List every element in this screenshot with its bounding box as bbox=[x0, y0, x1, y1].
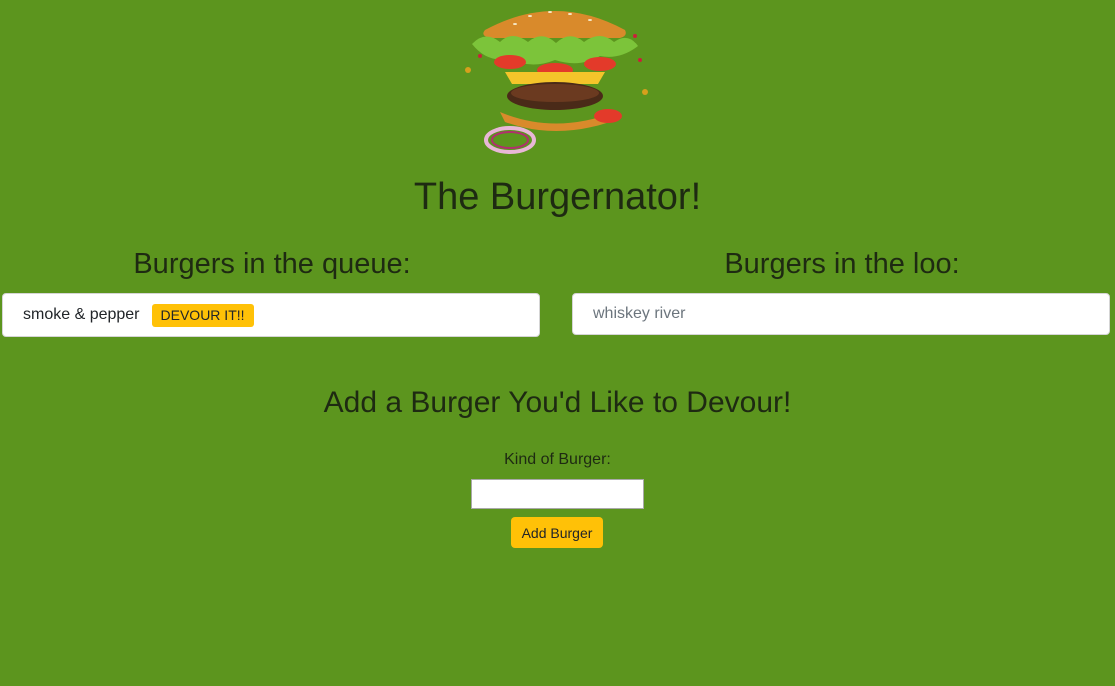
add-burger-heading: Add a Burger You'd Like to Devour! bbox=[323, 386, 792, 419]
burger-kind-label: Kind of Burger: bbox=[504, 451, 611, 468]
page-title: The Burgernator! bbox=[413, 176, 702, 218]
queue-heading: Burgers in the queue: bbox=[133, 248, 411, 280]
devoured-heading: Burgers in the loo: bbox=[724, 248, 960, 280]
add-burger-button[interactable]: Add Burger bbox=[511, 517, 603, 548]
queue-burger-name: smoke & pepper bbox=[23, 306, 140, 323]
exploding-burger-icon bbox=[465, 11, 648, 154]
devoured-burger-name: whiskey river bbox=[593, 305, 686, 322]
queue-list-item: smoke & pepper DEVOUR IT!! bbox=[2, 293, 540, 337]
devour-button[interactable]: DEVOUR IT!! bbox=[151, 303, 254, 327]
devoured-list-item: whiskey river bbox=[572, 293, 1110, 335]
burger-kind-input[interactable] bbox=[471, 479, 644, 509]
burger-logo bbox=[450, 0, 660, 160]
